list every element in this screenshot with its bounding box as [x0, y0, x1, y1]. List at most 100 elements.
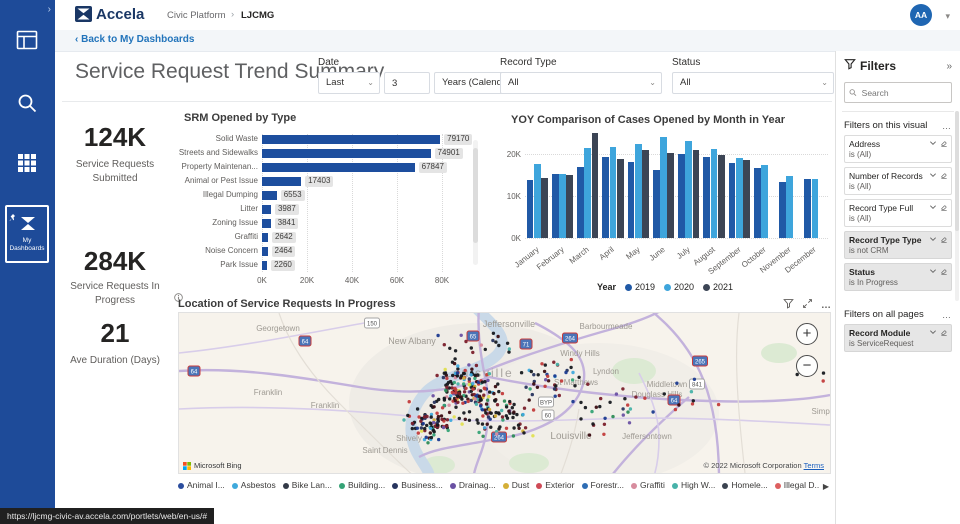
- map-data-point[interactable]: [497, 343, 501, 348]
- bar[interactable]: [786, 175, 794, 238]
- map-data-point[interactable]: [480, 380, 485, 384]
- map-data-point[interactable]: [529, 369, 533, 374]
- eraser-icon[interactable]: [940, 328, 948, 336]
- map-data-point[interactable]: [497, 412, 501, 416]
- map-data-point[interactable]: [428, 421, 432, 425]
- map-data-point[interactable]: [571, 370, 575, 375]
- filter-card[interactable]: Status is In Progress: [844, 263, 952, 291]
- map-data-point[interactable]: [590, 409, 594, 414]
- map-data-point[interactable]: [431, 420, 436, 425]
- filter-card[interactable]: Record Type Full is (All): [844, 199, 952, 227]
- bar[interactable]: [678, 154, 685, 238]
- map-data-point[interactable]: [546, 379, 551, 383]
- map-data-point[interactable]: [500, 415, 505, 419]
- bar[interactable]: [526, 180, 534, 238]
- map-data-point[interactable]: [477, 394, 482, 398]
- map-data-point[interactable]: [608, 400, 612, 404]
- map-data-point[interactable]: [555, 362, 560, 367]
- map-data-point[interactable]: [527, 398, 531, 402]
- map-data-point[interactable]: [621, 407, 625, 411]
- map-data-point[interactable]: [621, 413, 625, 417]
- map-data-point[interactable]: [491, 331, 496, 335]
- map-legend-item[interactable]: Exterior: [536, 480, 575, 490]
- eraser-icon[interactable]: [940, 171, 948, 179]
- map-data-point[interactable]: [494, 340, 498, 344]
- map-data-point[interactable]: [531, 434, 535, 438]
- map-data-point[interactable]: [423, 426, 427, 431]
- map-data-point[interactable]: [512, 410, 516, 414]
- map-data-point[interactable]: [448, 397, 452, 401]
- bar[interactable]: [652, 169, 660, 238]
- bar[interactable]: [710, 148, 718, 238]
- bar[interactable]: [703, 157, 711, 238]
- map-data-point[interactable]: [479, 389, 483, 393]
- bar[interactable]: [577, 167, 584, 238]
- bar[interactable]: [262, 191, 277, 200]
- map-data-point[interactable]: [482, 426, 487, 430]
- map-data-point[interactable]: [457, 416, 461, 421]
- map-data-point[interactable]: [419, 419, 423, 423]
- bar[interactable]: [779, 182, 786, 238]
- map-data-point[interactable]: [436, 414, 441, 419]
- map-data-point[interactable]: [454, 388, 458, 392]
- map-data-point[interactable]: [422, 415, 427, 419]
- section-more-options-icon[interactable]: …: [942, 121, 952, 131]
- map-data-point[interactable]: [432, 405, 436, 409]
- map-data-point[interactable]: [559, 379, 564, 383]
- map-data-point[interactable]: [482, 393, 486, 397]
- map-data-point[interactable]: [462, 371, 466, 376]
- map-data-point[interactable]: [464, 339, 468, 344]
- map-data-point[interactable]: [497, 389, 501, 394]
- map-data-point[interactable]: [441, 425, 446, 430]
- map-data-point[interactable]: [402, 418, 406, 422]
- map-data-point[interactable]: [579, 400, 583, 405]
- map-data-point[interactable]: [493, 384, 498, 389]
- map-data-point[interactable]: [491, 338, 495, 343]
- map-data-point[interactable]: [495, 432, 499, 436]
- map-data-point[interactable]: [448, 346, 452, 350]
- map-data-point[interactable]: [474, 402, 479, 406]
- map-data-point[interactable]: [530, 392, 534, 397]
- map-data-point[interactable]: [532, 382, 536, 386]
- map-data-point[interactable]: [473, 376, 477, 381]
- map-data-point[interactable]: [519, 371, 524, 375]
- filter-pane-scrollbar[interactable]: [955, 111, 959, 301]
- avatar[interactable]: AA: [910, 4, 932, 26]
- legend-scroll-right-icon[interactable]: ▶: [819, 482, 829, 491]
- map-data-point[interactable]: [440, 406, 445, 410]
- map-data-point[interactable]: [471, 387, 475, 391]
- bar[interactable]: [262, 177, 302, 186]
- map-data-point[interactable]: [462, 382, 466, 386]
- map-data-point[interactable]: [456, 400, 460, 404]
- map-data-point[interactable]: [591, 422, 595, 426]
- map-data-point[interactable]: [452, 380, 456, 385]
- map-data-point[interactable]: [447, 410, 452, 415]
- map-data-point[interactable]: [464, 386, 468, 390]
- map-data-point[interactable]: [443, 367, 447, 372]
- map-data-point[interactable]: [473, 397, 477, 401]
- search-icon[interactable]: [16, 92, 40, 116]
- map-data-point[interactable]: [505, 341, 510, 345]
- map-data-point[interactable]: [432, 433, 436, 437]
- map-data-point[interactable]: [484, 411, 488, 415]
- breadcrumb-product[interactable]: Civic Platform: [167, 10, 226, 21]
- status-select[interactable]: All ⌄: [672, 72, 834, 94]
- map-data-point[interactable]: [484, 402, 489, 406]
- bar[interactable]: [728, 162, 736, 238]
- bar[interactable]: [591, 133, 599, 238]
- map-data-point[interactable]: [485, 398, 490, 402]
- map-data-point[interactable]: [429, 415, 433, 419]
- map-data-point[interactable]: [486, 415, 491, 419]
- map-data-point[interactable]: [467, 363, 471, 367]
- map-data-point[interactable]: [501, 418, 505, 422]
- bar[interactable]: [559, 174, 566, 238]
- map-data-point[interactable]: [522, 431, 526, 435]
- bar[interactable]: [262, 247, 268, 256]
- map-data-point[interactable]: [675, 381, 679, 385]
- bar[interactable]: [717, 154, 725, 238]
- map-data-point[interactable]: [536, 373, 540, 377]
- collapse-pane-icon[interactable]: »: [946, 61, 952, 72]
- map-legend-item[interactable]: Graffiti: [631, 480, 665, 490]
- map-data-point[interactable]: [531, 408, 536, 412]
- bar[interactable]: [743, 160, 750, 238]
